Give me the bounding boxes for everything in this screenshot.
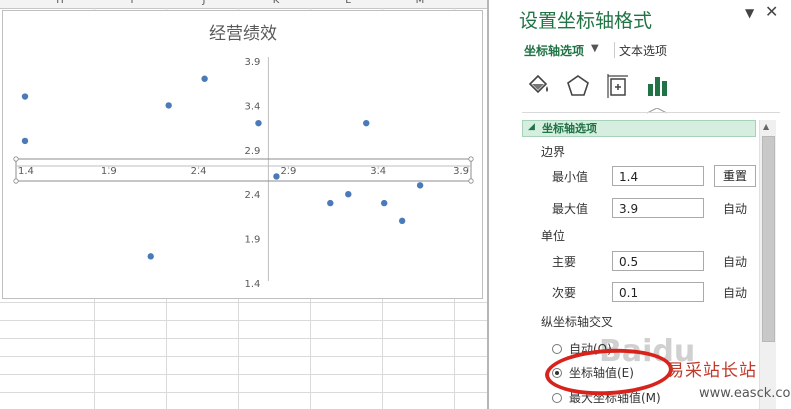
tab-axis-options[interactable]: 坐标轴选项: [524, 42, 584, 59]
data-point[interactable]: [21, 93, 29, 100]
y-tick-label: 1.4: [244, 279, 260, 290]
tab-separator: [614, 42, 615, 58]
x-tick-label: 3.9: [453, 166, 469, 177]
column-header-m[interactable]: M: [390, 0, 450, 6]
data-point[interactable]: [147, 253, 154, 260]
data-point[interactable]: [363, 119, 370, 127]
grid-line: [0, 356, 489, 357]
close-icon[interactable]: ✕: [765, 2, 778, 21]
bounds-label: 边界: [541, 145, 566, 159]
scrollbar-thumb[interactable]: [762, 136, 775, 342]
grid-line: [0, 392, 489, 393]
selection-handle[interactable]: [13, 156, 19, 162]
max-bound-input[interactable]: 3.9: [612, 198, 704, 218]
bar-chart-icon[interactable]: [644, 72, 672, 100]
vertical-axis-crosses-label: 纵坐标轴交叉: [541, 315, 614, 329]
grid-line: [0, 374, 489, 375]
column-header-h[interactable]: H: [30, 0, 90, 6]
data-point[interactable]: [255, 119, 262, 127]
x-tick-label: 1.4: [18, 166, 34, 177]
scroll-up-icon[interactable]: ▲: [763, 122, 769, 131]
radio-max-axis-value[interactable]: [552, 393, 562, 403]
column-header-j[interactable]: J: [174, 0, 234, 6]
grid-line: [0, 320, 489, 321]
pane-divider: [522, 112, 780, 113]
minor-auto-label[interactable]: 自动: [723, 284, 747, 301]
chart-title[interactable]: 经营绩效: [209, 24, 277, 44]
size-properties-icon[interactable]: [604, 72, 632, 100]
y-tick-label: 2.9: [244, 146, 260, 157]
grid-line: [0, 302, 489, 303]
pane-options-icon[interactable]: ▼: [745, 6, 754, 20]
scatter-chart[interactable]: 经营绩效 1.4 1.9 2.4 2.9 3.4 3.9 3.9 3.4 2.9 2.4 1.9 1.…: [2, 10, 483, 299]
pentagon-icon[interactable]: [564, 72, 592, 100]
watermark-text: 易采站长站: [667, 361, 757, 381]
y-tick-label: 3.9: [244, 57, 260, 68]
format-axis-pane: 设置坐标轴格式 ▼ ✕ 坐标轴选项 ▼ 文本选项 ◢ 坐标轴选项 ▲ 边界 最小…: [489, 0, 791, 409]
y-tick-label: 1.9: [244, 235, 260, 246]
min-label: 最小值: [552, 170, 589, 184]
chevron-down-icon[interactable]: ▼: [591, 43, 599, 54]
spreadsheet-area[interactable]: H I J K L M 经营绩效 1.4 1.9 2.4 2.9 3.4 3.9 3.9 3.…: [0, 0, 489, 409]
axis-options-section-header[interactable]: ◢ 坐标轴选项: [522, 120, 756, 137]
reset-button[interactable]: 重置: [714, 165, 756, 187]
major-auto-label[interactable]: 自动: [723, 253, 747, 270]
pane-title: 设置坐标轴格式: [519, 10, 653, 32]
selection-handle[interactable]: [468, 156, 474, 162]
data-point[interactable]: [381, 199, 388, 207]
selection-handle[interactable]: [468, 178, 474, 184]
max-label: 最大值: [552, 202, 589, 216]
column-header-k[interactable]: K: [246, 0, 306, 6]
horizontal-axis-selection[interactable]: [15, 158, 472, 182]
collapse-triangle-icon[interactable]: ◢: [528, 122, 535, 132]
selected-tab-indicator: [647, 108, 667, 114]
radio-auto[interactable]: [552, 344, 562, 354]
data-point[interactable]: [165, 102, 172, 109]
data-point[interactable]: [345, 191, 352, 198]
pane-scrollbar[interactable]: ▲: [759, 120, 776, 409]
selection-handle[interactable]: [13, 178, 19, 184]
y-tick-label: 2.4: [244, 190, 260, 201]
units-label: 单位: [541, 229, 566, 243]
column-headers: H I J K L M: [0, 0, 489, 9]
watermark-url: www.easck.com: [699, 386, 791, 401]
min-bound-input[interactable]: 1.4: [612, 166, 704, 186]
column-header-i[interactable]: I: [102, 0, 162, 6]
major-label: 主要: [552, 255, 577, 269]
minor-unit-input[interactable]: 0.1: [612, 282, 704, 302]
chart-svg: 经营绩效 1.4 1.9 2.4 2.9 3.4 3.93.93.42.92.41.91.…: [13, 24, 474, 290]
minor-label: 次要: [552, 286, 577, 300]
y-tick-label: 3.4: [244, 101, 260, 112]
fill-bucket-icon[interactable]: [524, 72, 552, 100]
data-point[interactable]: [398, 217, 406, 225]
grid-line: [0, 338, 489, 339]
data-point[interactable]: [416, 182, 424, 189]
column-header-l[interactable]: L: [318, 0, 378, 6]
data-point[interactable]: [201, 75, 208, 82]
data-point[interactable]: [273, 173, 280, 180]
data-point[interactable]: [21, 137, 29, 145]
major-unit-input[interactable]: 0.5: [612, 251, 704, 271]
tab-text-options[interactable]: 文本选项: [619, 42, 667, 59]
data-point[interactable]: [327, 199, 334, 207]
section-title: 坐标轴选项: [542, 122, 597, 135]
max-auto-label[interactable]: 自动: [723, 200, 747, 217]
